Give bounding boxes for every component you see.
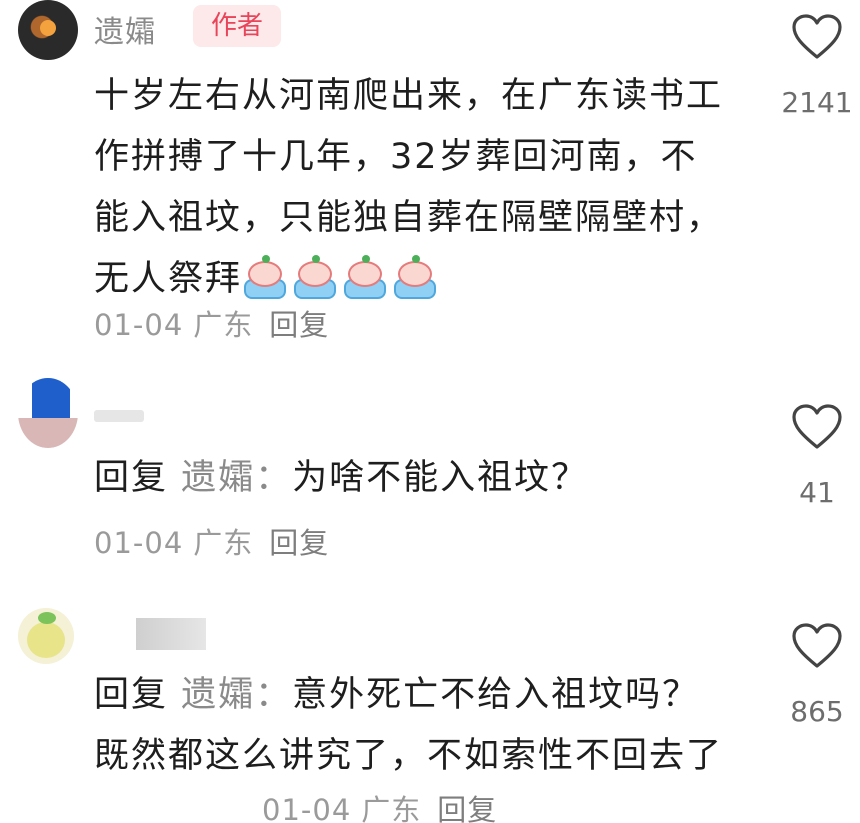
like-button[interactable]: 865 — [772, 623, 860, 728]
heart-icon — [792, 623, 842, 668]
like-button[interactable]: 2141 — [772, 14, 860, 119]
reply-button[interactable]: 回复 — [269, 526, 329, 560]
reply-button[interactable]: 回复 — [269, 308, 329, 342]
like-count: 2141 — [781, 86, 853, 119]
comment-location: 广东 — [361, 793, 422, 823]
comment-meta: 01-04 广东 回复 — [94, 302, 329, 344]
username-blurred — [94, 410, 144, 422]
crying-peach-icon — [392, 255, 438, 301]
heart-icon — [792, 14, 842, 59]
avatar-image — [32, 378, 70, 418]
reply-target[interactable]: 遗孀： — [181, 675, 292, 715]
comment-meta: 01-04 广东 回复 — [94, 520, 329, 562]
comment-thread: 遗孀 作者 十岁左右从河南爬出来，在广东读书工作拼搏了十几年，32岁葬回河南，不… — [0, 0, 860, 823]
avatar-image — [38, 612, 56, 624]
avatar-image — [27, 622, 65, 658]
emoji-group — [242, 255, 438, 301]
comment-body: 为啥不能入祖坟？ — [292, 458, 589, 498]
avatar-image — [40, 20, 56, 36]
avatar[interactable] — [18, 378, 78, 448]
comment-date: 01-04 — [262, 793, 352, 823]
like-button[interactable]: 41 — [772, 404, 860, 509]
author-badge: 作者 — [193, 5, 281, 47]
reply-prefix: 回复 — [94, 675, 169, 715]
comment-text: 回复 遗孀：为啥不能入祖坟？ — [94, 448, 734, 509]
reply-target[interactable]: 遗孀： — [181, 458, 292, 498]
username-blurred — [136, 618, 206, 650]
comment-meta: 01-04 广东 回复 — [262, 787, 497, 823]
avatar-image — [18, 418, 78, 448]
like-count: 865 — [790, 695, 844, 728]
reply-prefix: 回复 — [94, 458, 169, 498]
comment-text: 回复 遗孀：意外死亡不给入祖坟吗？既然都这么讲究了，不如索性不回去了 — [94, 665, 734, 787]
like-count: 41 — [799, 476, 835, 509]
reply-button[interactable]: 回复 — [437, 793, 497, 823]
crying-peach-icon — [242, 255, 288, 301]
comment-location: 广东 — [193, 526, 254, 560]
comment-text: 十岁左右从河南爬出来，在广东读书工作拼搏了十几年，32岁葬回河南，不能入祖坟，只… — [94, 66, 734, 310]
crying-peach-icon — [342, 255, 388, 301]
avatar[interactable] — [18, 608, 74, 664]
avatar[interactable] — [18, 0, 78, 60]
heart-icon — [792, 404, 842, 449]
username[interactable]: 遗孀 — [94, 7, 156, 51]
comment-date: 01-04 — [94, 526, 184, 560]
crying-peach-icon — [292, 255, 338, 301]
comment-date: 01-04 — [94, 308, 184, 342]
comment-location: 广东 — [193, 308, 254, 342]
